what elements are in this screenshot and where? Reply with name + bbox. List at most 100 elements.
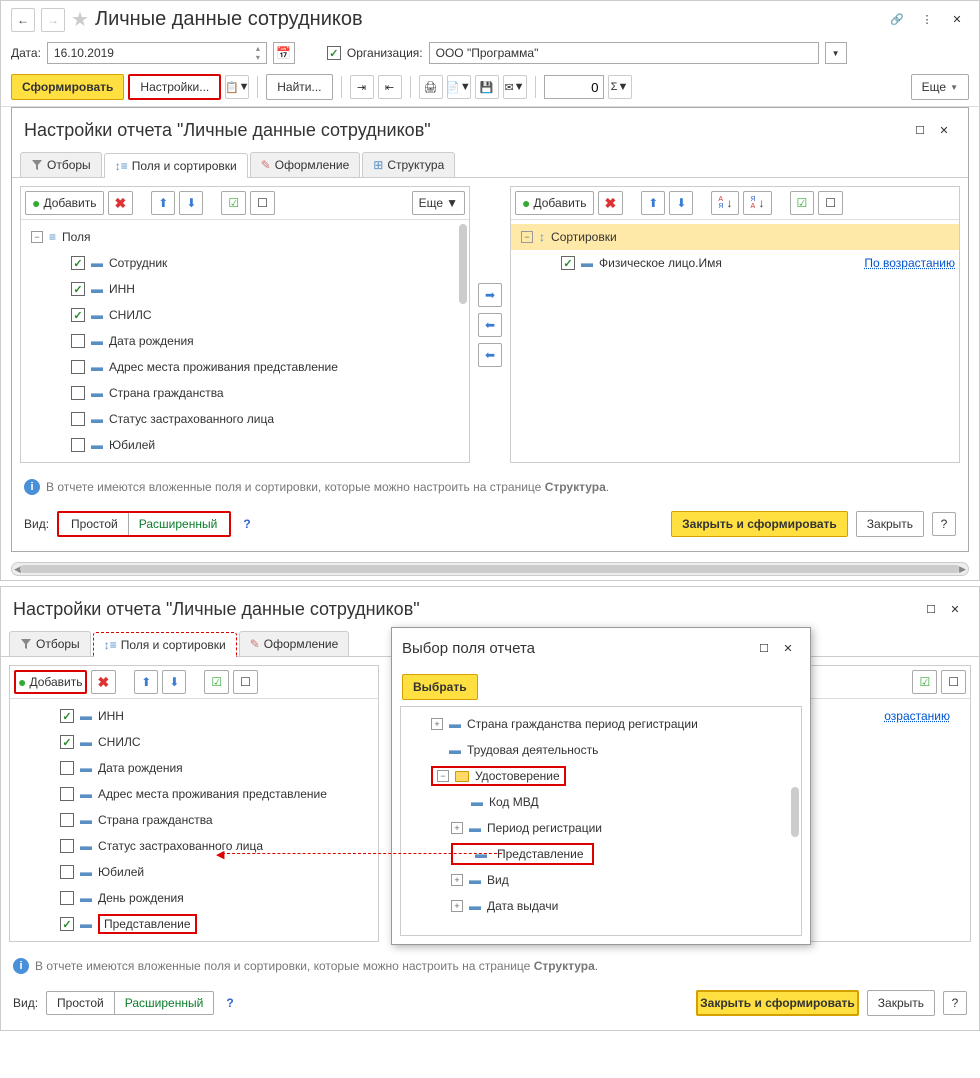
collapse-icon[interactable]: − <box>521 231 533 243</box>
add-field-button-2[interactable]: ●Добавить <box>14 670 87 694</box>
move-up-2[interactable]: ⬆ <box>134 670 158 694</box>
popup-close[interactable]: ✕ <box>776 636 800 660</box>
move-left2-button[interactable]: ⬅ <box>478 343 502 367</box>
field-item[interactable]: ▬ИНН <box>10 703 378 729</box>
save-button[interactable]: 💾 <box>475 75 499 99</box>
collapse-button[interactable]: ⇤ <box>378 75 402 99</box>
popup-max[interactable]: ☐ <box>752 636 776 660</box>
org-dropdown[interactable]: ▼ <box>825 42 847 64</box>
sort-down-button[interactable]: ⬇ <box>669 191 693 215</box>
field-item[interactable]: ▬Дата рождения <box>10 755 378 781</box>
collapse-icon[interactable]: − <box>31 231 43 243</box>
field-item[interactable]: ▬СНИЛС <box>21 302 469 328</box>
field-item[interactable]: ▬Адрес места проживания представление <box>21 354 469 380</box>
field-item[interactable]: ▬Юбилей <box>21 432 469 458</box>
sort-desc-button[interactable]: ЯА↓ <box>743 191 771 215</box>
popup-scrollbar[interactable] <box>791 787 799 837</box>
close-and-form-button-2[interactable]: Закрыть и сформировать <box>696 990 859 1016</box>
help-link-2[interactable]: ? <box>226 996 233 1010</box>
fields-tree-2[interactable]: ▬ИНН ▬СНИЛС ▬Дата рождения ▬Адрес места … <box>10 699 378 941</box>
popup-tree[interactable]: +▬Страна гражданства период регистрации … <box>400 706 802 936</box>
field-item[interactable]: ▬ИНН <box>21 276 469 302</box>
tab-fields[interactable]: ↕≡Поля и сортировки <box>104 153 248 178</box>
tab-format[interactable]: ✎Оформление <box>250 152 361 177</box>
field-item[interactable]: ▬Страна гражданства <box>21 380 469 406</box>
org-checkbox[interactable] <box>327 46 341 60</box>
check-sort-button[interactable]: ☑ <box>790 191 815 215</box>
sigma-button[interactable]: Σ▼ <box>608 75 632 99</box>
maximize-dialog2[interactable]: ☐ <box>919 597 943 621</box>
view-simple-2[interactable]: Простой <box>47 992 115 1014</box>
nav-back[interactable]: ← <box>11 8 35 32</box>
close-button[interactable]: Закрыть <box>856 511 924 537</box>
uncheck-all-2[interactable]: ☐ <box>233 670 258 694</box>
close-main[interactable]: ✕ <box>945 8 969 32</box>
tab-fields-2[interactable]: ↕≡Поля и сортировки <box>93 632 237 657</box>
view-simple[interactable]: Простой <box>61 513 129 535</box>
sort-up-button[interactable]: ⬆ <box>641 191 665 215</box>
tree-item-folder[interactable]: −Удостоверение <box>401 763 801 789</box>
field-item[interactable]: ▬Статус застрахованного лица <box>21 406 469 432</box>
field-item[interactable]: ▬Сотрудник <box>21 250 469 276</box>
view-advanced-2[interactable]: Расширенный <box>115 992 214 1014</box>
sort-root[interactable]: − ↕ Сортировки <box>511 224 959 250</box>
fields-tree[interactable]: − ≡ Поля ▬Сотрудник ▬ИНН ▬СНИЛС ▬Дата ро… <box>21 220 469 462</box>
move-up-button[interactable]: ⬆ <box>151 191 175 215</box>
zero-input[interactable] <box>544 75 604 99</box>
tab-struct[interactable]: ⊞Структура <box>362 152 455 177</box>
uncheck-all-button[interactable]: ☐ <box>250 191 275 215</box>
move-left-button[interactable]: ⬅ <box>478 313 502 337</box>
print-button[interactable]: 🖨 <box>419 75 443 99</box>
tree-item[interactable]: +▬Период регистрации <box>401 815 801 841</box>
tree-item[interactable]: +▬Дата выдачи <box>401 893 801 919</box>
help-link[interactable]: ? <box>243 517 250 531</box>
uncheck-sort-2[interactable]: ☐ <box>941 670 966 694</box>
tab-filters-2[interactable]: Отборы <box>9 631 91 656</box>
find-button[interactable]: Найти... <box>266 74 332 100</box>
delete-field-button-2[interactable]: ✖ <box>91 670 117 694</box>
tree-item[interactable]: +▬Страна гражданства период регистрации <box>401 711 801 737</box>
field-item[interactable]: ▬Юбилей <box>10 859 378 885</box>
form-button[interactable]: Сформировать <box>11 74 124 100</box>
field-item[interactable]: ▬Дата рождения <box>21 328 469 354</box>
close-button-2[interactable]: Закрыть <box>867 990 935 1016</box>
move-right-button[interactable]: ➡ <box>478 283 502 307</box>
field-item[interactable]: ▬Статус застрахованного лица <box>10 833 378 859</box>
h-scrollbar[interactable]: ◀▶ <box>11 562 969 576</box>
expand-button[interactable]: ⇥ <box>350 75 374 99</box>
more-fields-button[interactable]: Еще▼ <box>412 191 465 215</box>
close-and-form-button[interactable]: Закрыть и сформировать <box>671 511 848 537</box>
tree-item-selected[interactable]: ▬Представление <box>401 841 801 867</box>
org-input[interactable]: ООО "Программа" <box>429 42 819 64</box>
mail-button[interactable]: ✉▼ <box>503 75 527 99</box>
sort-tree[interactable]: − ↕ Сортировки ▬ Физическое лицо.Имя По … <box>511 220 959 462</box>
tree-item[interactable]: ▬Код МВД <box>401 789 801 815</box>
more-button[interactable]: Еще▼ <box>911 74 969 100</box>
delete-field-button[interactable]: ✖ <box>108 191 134 215</box>
add-field-button[interactable]: ●Добавить <box>25 191 104 215</box>
copy-settings-button[interactable]: 📋▼ <box>225 75 249 99</box>
maximize-dialog1[interactable]: ☐ <box>908 118 932 142</box>
help-button-2[interactable]: ? <box>943 991 967 1015</box>
nav-fwd[interactable]: → <box>41 8 65 32</box>
uncheck-sort-button[interactable]: ☐ <box>818 191 843 215</box>
scrollbar[interactable] <box>459 224 467 304</box>
check-sort-2[interactable]: ☑ <box>912 670 937 694</box>
help-button[interactable]: ? <box>932 512 956 536</box>
calendar-button[interactable]: 📅 <box>273 42 295 64</box>
tree-item[interactable]: +▬Вид <box>401 867 801 893</box>
move-down-2[interactable]: ⬇ <box>162 670 186 694</box>
print-dd-button[interactable]: 📄▼ <box>447 75 471 99</box>
select-button[interactable]: Выбрать <box>402 674 478 700</box>
tree-item[interactable]: ▬Трудовая деятельность <box>401 737 801 763</box>
close-dialog1[interactable]: ✕ <box>932 118 956 142</box>
field-item[interactable]: ▬Адрес места проживания представление <box>10 781 378 807</box>
settings-button[interactable]: Настройки... <box>128 74 221 100</box>
date-input[interactable]: 16.10.2019 ▴▾ <box>47 42 267 64</box>
sort-asc-button[interactable]: АЯ↓ <box>711 191 739 215</box>
tab-filters[interactable]: Отборы <box>20 152 102 177</box>
fields-root[interactable]: − ≡ Поля <box>21 224 469 250</box>
close-dialog2[interactable]: ✕ <box>943 597 967 621</box>
field-item[interactable]: ▬День рождения <box>10 885 378 911</box>
check-all-2[interactable]: ☑ <box>204 670 229 694</box>
